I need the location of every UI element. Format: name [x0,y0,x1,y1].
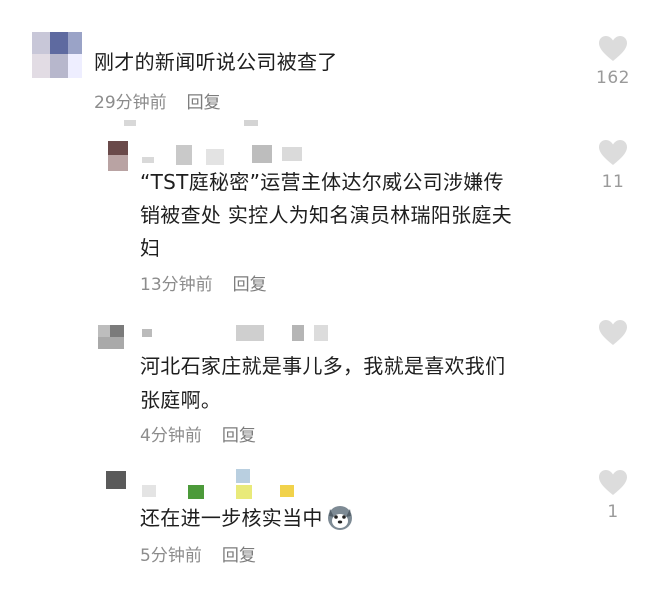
avatar[interactable] [32,32,82,78]
comment-item: “TST庭秘密”运营主体达尔威公司涉嫌传 销被查处 实控人为知名演员林瑞阳张庭夫… [0,125,650,305]
reply-button[interactable]: 回复 [222,546,256,566]
username-blurred [142,325,342,347]
comment-time: 4分钟前 [140,426,202,446]
heart-icon [599,36,627,61]
comment-text-content: 还在进一步核实当中 [140,506,323,530]
like-count: 1 [607,502,619,522]
reply-button[interactable]: 回复 [233,275,267,295]
like-count: 11 [601,172,625,192]
heart-icon [599,140,627,165]
avatar[interactable] [98,325,124,349]
comment-text-line: 张庭啊。 [140,388,222,412]
like-count: 162 [596,68,630,88]
comment-item: 还在进一步核实当中 5分钟前 回复 1 [0,455,650,590]
like-button[interactable]: 162 [591,35,635,88]
comment-item: 刚才的新闻听说公司被查了 29分钟前 回复 162 [0,0,650,125]
like-button[interactable]: 1 [591,469,635,522]
comment-text-line: 妇 [140,236,161,260]
avatar[interactable] [106,471,126,489]
comment-text-line: 河北石家庄就是事儿多，我就是喜欢我们 [140,354,506,378]
comment-text-line: “TST庭秘密”运营主体达尔威公司涉嫌传 [140,170,504,194]
reply-button[interactable]: 回复 [187,93,221,113]
comment-text-line: 销被查处 实控人为知名演员林瑞阳张庭夫 [140,203,513,227]
heart-icon [599,470,627,495]
comment-time: 29分钟前 [94,93,167,113]
comment-item: 河北石家庄就是事儿多，我就是喜欢我们 张庭啊。 4分钟前 回复 [0,305,650,455]
username-blurred [142,145,312,167]
comment-meta: 4分钟前 回复 [140,425,256,447]
comment-meta: 5分钟前 回复 [140,545,256,567]
comment-meta: 29分钟前 回复 [94,92,221,114]
husky-dog-emoji [327,506,352,530]
comment-text: 还在进一步核实当中 [140,503,354,533]
comment-time: 13分钟前 [140,275,213,295]
comment-text: 刚才的新闻听说公司被查了 [94,50,338,74]
reply-button[interactable]: 回复 [222,426,256,446]
like-button[interactable] [591,319,635,352]
comment-time: 5分钟前 [140,546,202,566]
like-button[interactable]: 11 [591,139,635,192]
heart-icon [599,320,627,345]
comment-meta: 13分钟前 回复 [140,274,267,296]
username-blurred [142,469,302,499]
avatar[interactable] [108,141,128,171]
